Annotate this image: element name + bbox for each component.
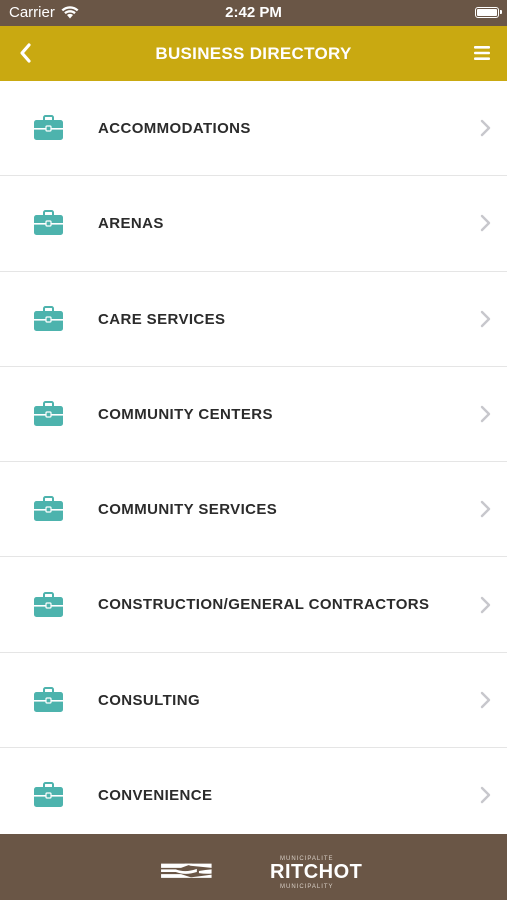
briefcase-icon — [34, 305, 63, 331]
list-item-label: CONSULTING — [98, 691, 201, 709]
footer: MUNICIPALITE RITCHOT MUNICIPALITY — [0, 834, 507, 900]
list-item-label: CONSTRUCTION/GENERAL CONTRACTORS — [98, 596, 430, 614]
category-list: ACCOMMODATIONS ARENAS CARE SERVICES COMM… — [0, 81, 507, 844]
nav-bar: BUSINESS DIRECTORY — [0, 26, 507, 81]
battery-icon — [475, 7, 502, 18]
list-item-label: CONVENIENCE — [98, 787, 213, 805]
list-item-label: COMMUNITY CENTERS — [98, 405, 273, 423]
chevron-right-icon — [480, 596, 491, 613]
briefcase-icon — [34, 210, 63, 236]
briefcase-icon — [34, 496, 63, 522]
status-time: 2:42 PM — [225, 4, 282, 21]
logo-subtitle-bottom: MUNICIPALITY — [280, 884, 334, 890]
list-item-construction-general-contractors[interactable]: CONSTRUCTION/GENERAL CONTRACTORS — [0, 557, 507, 653]
status-bar: Carrier 2:42 PM — [0, 0, 507, 26]
list-item-care-services[interactable]: CARE SERVICES — [0, 272, 507, 367]
chevron-right-icon — [480, 119, 491, 137]
briefcase-icon — [34, 401, 63, 427]
chevron-right-icon — [480, 215, 491, 232]
ritchot-logo-mark — [161, 863, 212, 878]
briefcase-icon — [34, 686, 63, 712]
chevron-right-icon — [480, 691, 491, 709]
list-item-label: ACCOMMODATIONS — [98, 120, 251, 137]
list-item-arenas[interactable]: ARENAS — [0, 176, 507, 272]
list-item-community-centers[interactable]: COMMUNITY CENTERS — [0, 367, 507, 463]
list-item-label: ARENAS — [98, 215, 164, 233]
briefcase-icon — [34, 782, 63, 808]
list-item-convenience[interactable]: CONVENIENCE — [0, 748, 507, 844]
logo-text: RITCHOT — [270, 861, 363, 883]
briefcase-icon — [34, 591, 63, 617]
chevron-right-icon — [480, 310, 491, 327]
page-title: BUSINESS DIRECTORY — [155, 44, 352, 63]
list-item-community-services[interactable]: COMMUNITY SERVICES — [0, 462, 507, 558]
chevron-right-icon — [480, 405, 491, 423]
list-item-accommodations[interactable]: ACCOMMODATIONS — [0, 81, 507, 177]
chevron-right-icon — [480, 501, 491, 518]
list-item-label: COMMUNITY SERVICES — [98, 501, 278, 519]
briefcase-icon — [34, 115, 63, 141]
menu-button[interactable] — [471, 42, 493, 64]
list-item-consulting[interactable]: CONSULTING — [0, 653, 507, 749]
hamburger-menu-icon — [474, 46, 490, 60]
list-item-label: CARE SERVICES — [98, 310, 226, 328]
chevron-right-icon — [480, 787, 491, 804]
